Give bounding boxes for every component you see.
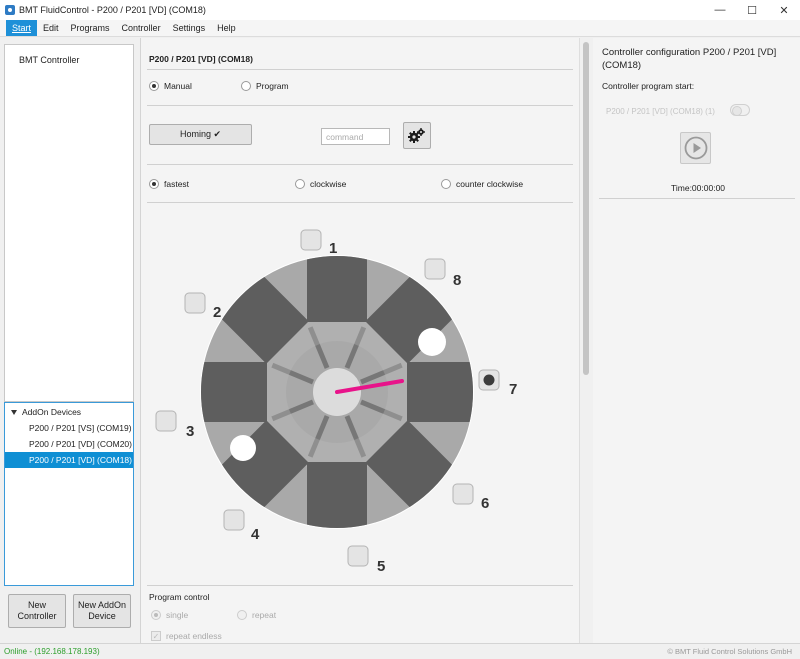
port-button-1[interactable]: 1 — [300, 229, 337, 257]
valve-port-slot — [407, 362, 473, 422]
minimize-button[interactable]: — — [704, 0, 736, 20]
valve-port-slot — [201, 362, 267, 422]
port-button-box[interactable] — [424, 258, 446, 280]
connection-status: Online - (192.168.178.193) — [4, 647, 100, 656]
close-button[interactable]: ✕ — [768, 0, 800, 20]
valve-disc — [200, 255, 474, 529]
port-number-label: 5 — [377, 558, 385, 575]
port-button-box[interactable] — [300, 229, 322, 251]
app-icon — [5, 5, 15, 15]
port-button-box[interactable] — [184, 292, 206, 314]
check-icon[interactable]: ✓ — [151, 631, 161, 641]
left-panel: BMT Controller AddOn Devices P200 / P201… — [0, 38, 140, 643]
port-number-label: 7 — [509, 381, 517, 398]
port-active-dot — [483, 374, 495, 386]
valve-hole — [230, 435, 256, 461]
valve-hole — [418, 328, 446, 356]
port-button-box[interactable] — [155, 410, 177, 432]
play-button[interactable] — [680, 132, 711, 164]
divider — [599, 198, 795, 199]
addon-device-com20[interactable]: P200 / P201 [VD] (COM20) — [5, 436, 133, 452]
port-number-label: 6 — [481, 495, 489, 512]
port-button-2[interactable]: 2 — [184, 292, 221, 321]
addon-group-label: AddOn Devices — [22, 407, 82, 417]
menu-programs[interactable]: Programs — [65, 20, 116, 36]
repeat-label: repeat — [252, 610, 277, 620]
center-panel: P200 / P201 [VD] (COM18) Manual Program … — [140, 38, 592, 643]
port-button-box[interactable] — [452, 483, 474, 505]
valve-diagram: 1 2 3 4 5 6 7 8 — [155, 229, 517, 575]
radio-dot[interactable] — [151, 610, 161, 620]
addon-tree: AddOn Devices P200 / P201 [VS] (COM19) P… — [4, 402, 134, 586]
program-device-label: P200 / P201 [VD] (COM18) (1) — [606, 107, 715, 116]
menu-edit[interactable]: Edit — [37, 20, 65, 36]
right-panel: Controller configuration P200 / P201 [VD… — [593, 38, 800, 643]
program-control-label: Program control — [149, 592, 210, 602]
port-button-box[interactable] — [347, 545, 369, 567]
caret-down-icon[interactable] — [11, 410, 17, 416]
addon-device-com19[interactable]: P200 / P201 [VS] (COM19) — [5, 420, 133, 436]
port-number-label: 2 — [213, 304, 221, 321]
addon-device-com18[interactable]: P200 / P201 [VD] (COM18) — [5, 452, 133, 468]
port-button-7[interactable]: 7 — [478, 369, 517, 398]
port-button-box[interactable] — [223, 509, 245, 531]
play-icon — [684, 136, 707, 160]
port-button-8[interactable]: 8 — [424, 258, 461, 289]
radio-dot[interactable] — [237, 610, 247, 620]
title-bar: BMT FluidControl - P200 / P201 [VD] (COM… — [0, 0, 800, 20]
single-radio[interactable]: single — [151, 610, 188, 620]
new-addon-device-button[interactable]: New AddOn Device — [73, 594, 131, 628]
menu-start[interactable]: Start — [6, 20, 38, 36]
repeat-endless-label: repeat endless — [166, 631, 222, 641]
controller-tree: BMT Controller — [4, 44, 134, 402]
port-button-4[interactable]: 4 — [223, 509, 260, 543]
center-scrollbar[interactable] — [579, 38, 592, 643]
controller-node[interactable]: BMT Controller — [19, 55, 79, 65]
menu-controller[interactable]: Controller — [116, 20, 167, 36]
window-title: BMT FluidControl - P200 / P201 [VD] (COM… — [19, 5, 206, 15]
port-number-label: 3 — [186, 423, 194, 440]
repeat-radio[interactable]: repeat — [237, 610, 276, 620]
config-title: Controller configuration P200 / P201 [VD… — [602, 47, 777, 71]
menu-bar: Start Edit Programs Controller Settings … — [0, 20, 800, 37]
maximize-button[interactable]: ☐ — [736, 0, 768, 20]
menu-settings[interactable]: Settings — [167, 20, 212, 36]
port-button-3[interactable]: 3 — [155, 410, 194, 440]
program-toggle[interactable] — [730, 104, 750, 116]
scrollbar-thumb[interactable] — [583, 42, 589, 375]
addon-group[interactable]: AddOn Devices — [5, 404, 133, 420]
port-button-5[interactable]: 5 — [347, 545, 385, 575]
new-controller-button[interactable]: New Controller — [8, 594, 66, 628]
copyright: © BMT Fluid Control Solutions GmbH — [667, 647, 792, 656]
port-number-label: 8 — [453, 272, 461, 289]
divider — [147, 585, 573, 586]
program-start-label: Controller program start: — [602, 81, 695, 91]
port-number-label: 1 — [329, 240, 337, 257]
status-bar: Online - (192.168.178.193) © BMT Fluid C… — [0, 643, 800, 659]
port-number-label: 4 — [251, 526, 260, 543]
port-button-6[interactable]: 6 — [452, 483, 489, 512]
window-controls: — ☐ ✕ — [704, 0, 800, 20]
single-label: single — [166, 610, 189, 620]
time-label: Time:00:00:00 — [671, 183, 726, 193]
valve-port-slot — [307, 462, 367, 528]
repeat-endless-checkbox[interactable]: ✓ repeat endless — [151, 631, 222, 641]
menu-help[interactable]: Help — [211, 20, 242, 36]
